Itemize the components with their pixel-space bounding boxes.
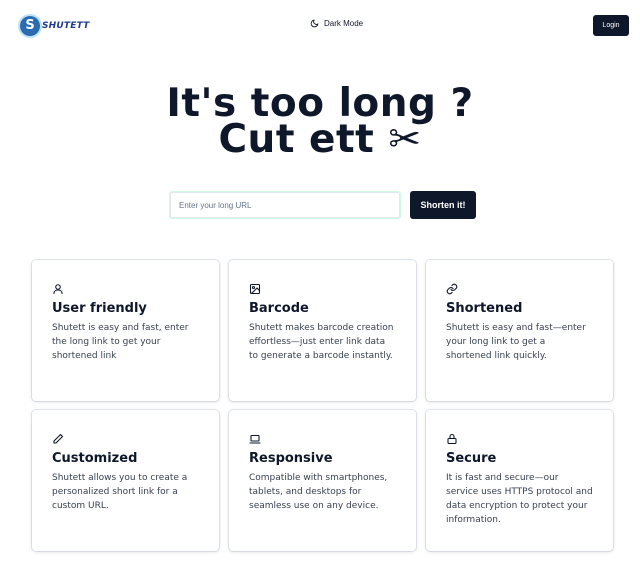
feature-card-user-friendly: User friendly Shutett is easy and fast, … (32, 260, 219, 401)
feature-text: Shutett makes barcode creation effortles… (249, 323, 394, 361)
feature-card-customized: Customized Shutett allows you to create … (32, 410, 219, 551)
link-icon (446, 283, 458, 295)
feature-text: Shutett is easy and fast, enter the long… (52, 323, 189, 361)
hero: It's too long ? Cut ett ✂ (0, 84, 640, 162)
logo-badge: S (20, 16, 40, 36)
dark-mode-label: Dark Mode (324, 19, 364, 28)
dark-mode-toggle[interactable]: Dark Mode (310, 19, 363, 28)
image-icon (249, 283, 261, 295)
laptop-icon (249, 434, 261, 444)
shorten-form: Shorten it! (169, 191, 476, 219)
feature-card-secure: Secure It is fast and secure—our service… (426, 410, 613, 551)
feature-text: Shutett is easy and fast—enter your long… (446, 323, 586, 361)
feature-text: It is fast and secure—our service uses H… (446, 473, 593, 525)
feature-title: Barcode (249, 301, 309, 316)
pencil-icon (53, 433, 64, 444)
user-icon (53, 284, 63, 295)
feature-card-barcode: Barcode Shutett makes barcode creation e… (229, 260, 416, 401)
feature-card-responsive: Responsive Compatible with smartphones, … (229, 410, 416, 551)
feature-title: Secure (446, 451, 497, 466)
shorten-button[interactable]: Shorten it! (410, 191, 476, 219)
header: S SHUTETT Dark Mode Login (0, 0, 640, 52)
login-button[interactable]: Login (593, 15, 629, 36)
feature-title: Customized (52, 451, 138, 466)
logo-text: SHUTETT (42, 21, 90, 31)
lock-icon (447, 433, 457, 445)
logo[interactable]: S SHUTETT (20, 16, 90, 36)
hero-title-line2: Cut ett ✂ (218, 117, 422, 162)
feature-card-shortened: Shortened Shutett is easy and fast—enter… (426, 260, 613, 401)
feature-title: User friendly (52, 301, 147, 316)
feature-title: Shortened (446, 301, 523, 316)
long-url-input[interactable] (169, 191, 401, 219)
moon-icon (310, 19, 319, 28)
feature-text: Shutett allows you to create a personali… (52, 473, 188, 511)
feature-title: Responsive (249, 451, 333, 466)
feature-text: Compatible with smartphones, tablets, an… (249, 473, 388, 511)
